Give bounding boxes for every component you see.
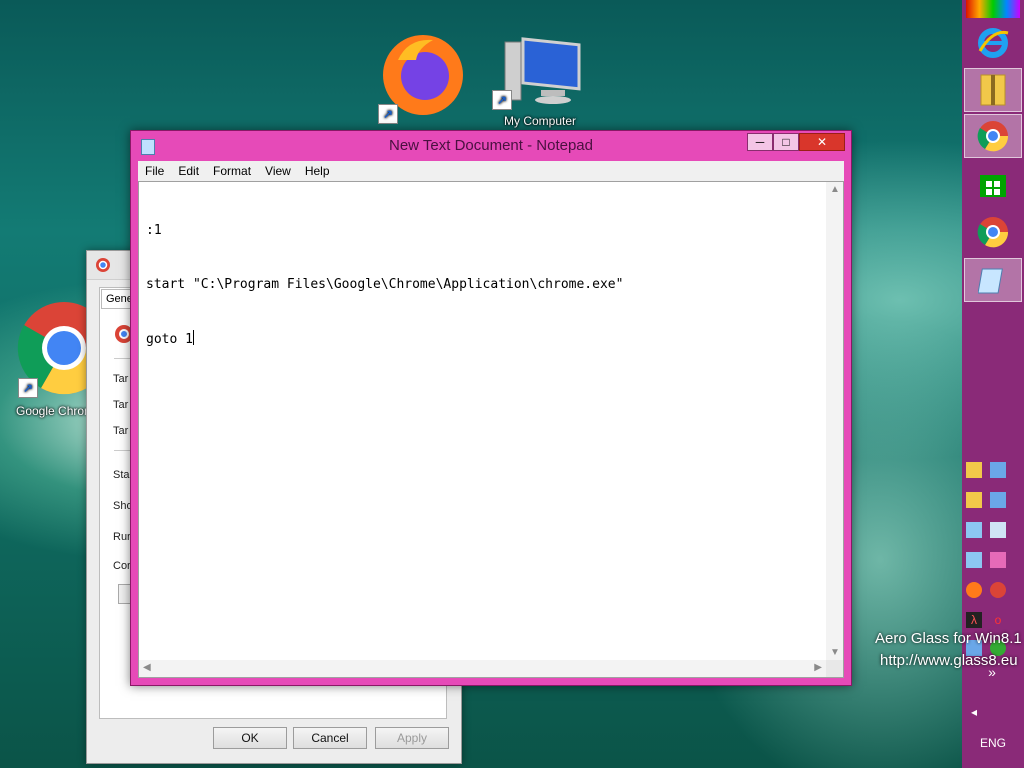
menu-edit[interactable]: Edit [171, 161, 206, 178]
text-line: start "C:\Program Files\Google\Chrome\Ap… [146, 277, 624, 292]
menu-help[interactable]: Help [298, 161, 337, 178]
scroll-up-icon[interactable]: ▲ [830, 184, 840, 195]
folder-zip-icon [980, 74, 1006, 106]
run-label: Rur [113, 531, 131, 543]
target-type-label: Tar [113, 373, 129, 385]
tray-folder-icon[interactable] [966, 462, 982, 478]
tray-media-icon[interactable] [990, 552, 1006, 568]
chrome-icon [977, 217, 1009, 248]
show-hidden-arrow-icon[interactable]: ◂ [966, 704, 982, 720]
menu-view[interactable]: View [258, 161, 298, 178]
tray-network-icon[interactable] [990, 492, 1006, 508]
tray-computer-icon[interactable] [990, 462, 1006, 478]
tray-halflife-icon[interactable]: λ [966, 612, 982, 628]
watermark-line2: http://www.glass8.eu [880, 652, 1018, 669]
shortcut-arrow-icon: ↗ [18, 378, 38, 398]
maximize-button[interactable]: □ [773, 133, 799, 151]
start-in-label: Sta [113, 469, 130, 481]
menu-bar: File Edit Format View Help [138, 161, 844, 181]
tray-control-panel-2-icon[interactable] [966, 552, 982, 568]
tray-firefox-icon[interactable] [966, 582, 982, 598]
editor-text[interactable]: :1 start "C:\Program Files\Google\Chrome… [146, 186, 623, 385]
text-line: :1 [146, 223, 162, 238]
start-thumbnail[interactable] [966, 0, 1020, 18]
tray-library-icon[interactable] [966, 492, 982, 508]
window-title: New Text Document - Notepad [389, 137, 593, 154]
menu-file[interactable]: File [138, 161, 171, 178]
internet-explorer-icon [978, 28, 1009, 58]
my-computer-desktop-icon[interactable]: ↗ My Computer [490, 32, 590, 132]
chrome-icon [977, 121, 1009, 152]
taskbar-notepad[interactable] [964, 258, 1022, 302]
text-line: goto 1 [146, 332, 193, 347]
tray-control-panel-icon[interactable] [966, 522, 982, 538]
taskbar-file-explorer[interactable] [964, 68, 1022, 112]
chrome-small-icon [96, 258, 110, 272]
target-location-label: Tar [113, 399, 129, 411]
apply-button[interactable]: Apply [375, 727, 449, 749]
taskbar-store[interactable] [964, 162, 1022, 206]
vertical-scrollbar[interactable]: ▲ ▼ [826, 182, 843, 660]
shortcut-arrow-icon: ↗ [492, 90, 512, 110]
horizontal-scrollbar[interactable]: ◀ ▶ [139, 660, 826, 677]
my-computer-label: My Computer [503, 114, 577, 128]
notepad-window: New Text Document - Notepad ─ □ ✕ File Ed… [130, 130, 852, 686]
language-indicator[interactable]: ENG [962, 736, 1024, 750]
text-editor-area[interactable]: :1 start "C:\Program Files\Google\Chrome… [138, 181, 844, 678]
store-icon [980, 175, 1006, 197]
tray-opera-icon[interactable]: o [990, 612, 1006, 628]
tray-recycle-bin-icon[interactable] [990, 522, 1006, 538]
scroll-right-icon[interactable]: ▶ [814, 662, 822, 673]
shortcut-arrow-icon: ↗ [378, 104, 398, 124]
minimize-button[interactable]: ─ [747, 133, 773, 151]
watermark-line1: Aero Glass for Win8.1 [875, 630, 1022, 647]
firefox-desktop-icon[interactable]: ↗ [378, 30, 468, 124]
taskbar-ie[interactable] [964, 20, 1022, 64]
menu-format[interactable]: Format [206, 161, 258, 178]
taskbar-chrome-pinned[interactable] [964, 114, 1022, 158]
notepad-icon [978, 268, 1003, 294]
cancel-button[interactable]: Cancel [293, 727, 367, 749]
scroll-down-icon[interactable]: ▼ [830, 647, 840, 658]
ok-button[interactable]: OK [213, 727, 287, 749]
tray-chrome-icon[interactable] [990, 582, 1006, 598]
text-caret [192, 330, 194, 345]
scrollbar-corner [826, 660, 843, 677]
close-button[interactable]: ✕ [799, 133, 845, 151]
comment-label: Cor [113, 560, 131, 572]
taskbar-chrome[interactable] [964, 210, 1022, 254]
target-label: Tar [113, 425, 129, 437]
scroll-left-icon[interactable]: ◀ [143, 662, 151, 673]
